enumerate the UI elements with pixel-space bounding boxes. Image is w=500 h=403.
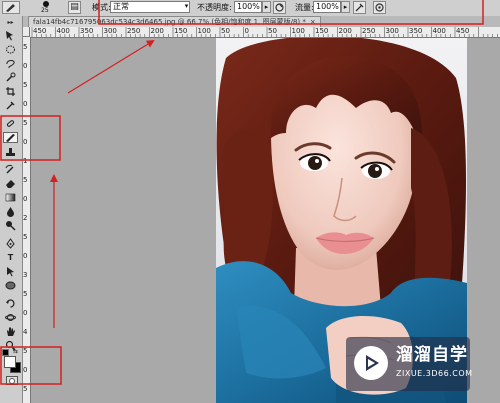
ruler-left-label: 0 (23, 366, 28, 374)
ruler-left-label: 0 (23, 138, 28, 146)
blur-tool-icon[interactable] (3, 206, 18, 217)
hand-tool-icon[interactable] (3, 326, 18, 337)
ruler-top-label: 300 (103, 27, 117, 35)
shape-tool-icon[interactable] (3, 280, 18, 291)
pressure-size-icon[interactable] (373, 1, 386, 14)
chevron-down-icon: ▾ (184, 2, 189, 10)
toolbox-grip[interactable]: ▸▸ (3, 20, 18, 26)
dodge-tool-icon[interactable] (3, 220, 18, 231)
color-swatches: ⇆ (2, 349, 21, 385)
path-selection-tool-icon[interactable] (3, 266, 18, 277)
brush-panel-icon[interactable]: ▤ (68, 1, 81, 14)
ruler-top-label: 400 (56, 27, 70, 35)
spot-healing-tool-icon[interactable] (3, 118, 18, 129)
ruler-top-label: 450 (33, 27, 47, 35)
opacity-slider-button[interactable]: ▸ (262, 1, 271, 13)
ruler-left-label: 4 (23, 328, 28, 336)
document-tab-title: fala14fb4c716795063dc534c3d6465.jpg @ 66… (33, 18, 306, 26)
ruler-left-label: 1 (23, 157, 28, 165)
foreground-color-swatch[interactable] (4, 356, 16, 368)
ruler-top-label: 250 (127, 27, 141, 35)
history-brush-tool-icon[interactable] (3, 164, 18, 175)
brush-picker[interactable]: 25 (36, 0, 54, 15)
ruler-left-label: 3 (23, 271, 28, 279)
clone-stamp-tool-icon[interactable] (3, 147, 18, 158)
move-tool-icon[interactable] (3, 30, 18, 41)
brush-size: 25 (41, 7, 49, 14)
type-tool-icon[interactable]: T (3, 252, 18, 263)
ruler-top-label: 100 (291, 27, 305, 35)
ruler-left-label: 5 (23, 290, 28, 298)
close-icon[interactable]: × (310, 18, 316, 26)
ruler-top-label: 250 (362, 27, 376, 35)
flow-input[interactable]: 100% (313, 1, 341, 13)
ruler-top-label: 350 (80, 27, 94, 35)
pressure-opacity-icon[interactable] (273, 1, 286, 14)
ruler-left-label: 0 (23, 195, 28, 203)
ruler-top: 450 400 350 300 250 200 150 100 50 0 50 100 150 200 25… (30, 27, 500, 38)
watermark-logo-icon (354, 346, 388, 380)
mode-label: 模式: (92, 3, 111, 12)
quick-selection-tool-icon[interactable] (3, 72, 18, 83)
3d-rotate-tool-icon[interactable] (3, 298, 18, 309)
toolbox: ▸▸ T ⇆ (0, 16, 23, 403)
watermark-title: 溜溜自学 (396, 345, 468, 365)
ruler-left-label: 5 (23, 385, 28, 393)
ruler-top-ticks (31, 27, 498, 37)
airbrush-icon[interactable] (353, 1, 366, 14)
3d-orbit-tool-icon[interactable] (3, 312, 18, 323)
ruler-top-label: 300 (385, 27, 399, 35)
brush-tool-icon[interactable] (3, 132, 18, 143)
ruler-corner (22, 27, 30, 37)
ruler-left-label: 5 (23, 81, 28, 89)
gradient-tool-icon[interactable] (3, 192, 18, 203)
marquee-tool-icon[interactable] (3, 44, 18, 55)
ruler-top-label: 400 (432, 27, 446, 35)
pen-tool-icon[interactable] (3, 238, 18, 249)
ruler-left-label: 5 (23, 176, 28, 184)
ruler-top-label: 200 (150, 27, 164, 35)
ruler-top-label: 0 (244, 27, 249, 35)
quick-mask-icon[interactable] (6, 376, 18, 385)
ruler-left: 5 0 5 0 5 0 1 5 0 2 5 0 3 5 0 4 5 0 5 (22, 37, 31, 403)
watermark: 溜溜自学 ZIXUE.3D66.COM (346, 337, 473, 391)
swap-colors-icon[interactable]: ⇆ (13, 349, 18, 355)
watermark-url: ZIXUE.3D66.COM (396, 369, 473, 378)
ruler-left-label: 2 (23, 214, 28, 222)
ruler-left-label: 0 (23, 309, 28, 317)
ruler-left-label: 5 (23, 43, 28, 51)
ruler-left-label: 5 (23, 119, 28, 127)
ruler-left-label: 5 (23, 233, 28, 241)
opacity-label: 不透明度: (197, 3, 232, 12)
ruler-top-label: 50 (268, 27, 277, 35)
brush-preset-icon[interactable] (2, 1, 20, 14)
crop-tool-icon[interactable] (3, 86, 18, 97)
ruler-top-label: 200 (338, 27, 352, 35)
flow-slider-button[interactable]: ▸ (341, 1, 350, 13)
ruler-top-label: 100 (197, 27, 211, 35)
eraser-tool-icon[interactable] (3, 178, 18, 189)
lasso-tool-icon[interactable] (3, 58, 18, 69)
mode-select[interactable]: 正常 (110, 1, 190, 13)
ruler-left-label: 0 (23, 62, 28, 70)
eyedropper-tool-icon[interactable] (3, 100, 18, 111)
options-bar: 25 ▤ 模式: 正常 ▾ 不透明度: 100% ▸ 流量: 100% ▸ (0, 0, 500, 17)
default-colors-icon[interactable] (2, 349, 9, 356)
ruler-top-label: 50 (221, 27, 230, 35)
ruler-top-label: 350 (409, 27, 423, 35)
opacity-input[interactable]: 100% (234, 1, 262, 13)
ruler-top-label: 150 (315, 27, 329, 35)
ruler-left-label: 0 (23, 252, 28, 260)
ruler-top-label: 150 (174, 27, 188, 35)
flow-label: 流量: (295, 3, 314, 12)
ruler-top-label: 450 (456, 27, 470, 35)
ruler-left-label: 0 (23, 100, 28, 108)
annotation-arrow-options (67, 39, 155, 94)
mode-select-value: 正常 (113, 2, 129, 11)
ruler-left-label: 5 (23, 347, 28, 355)
